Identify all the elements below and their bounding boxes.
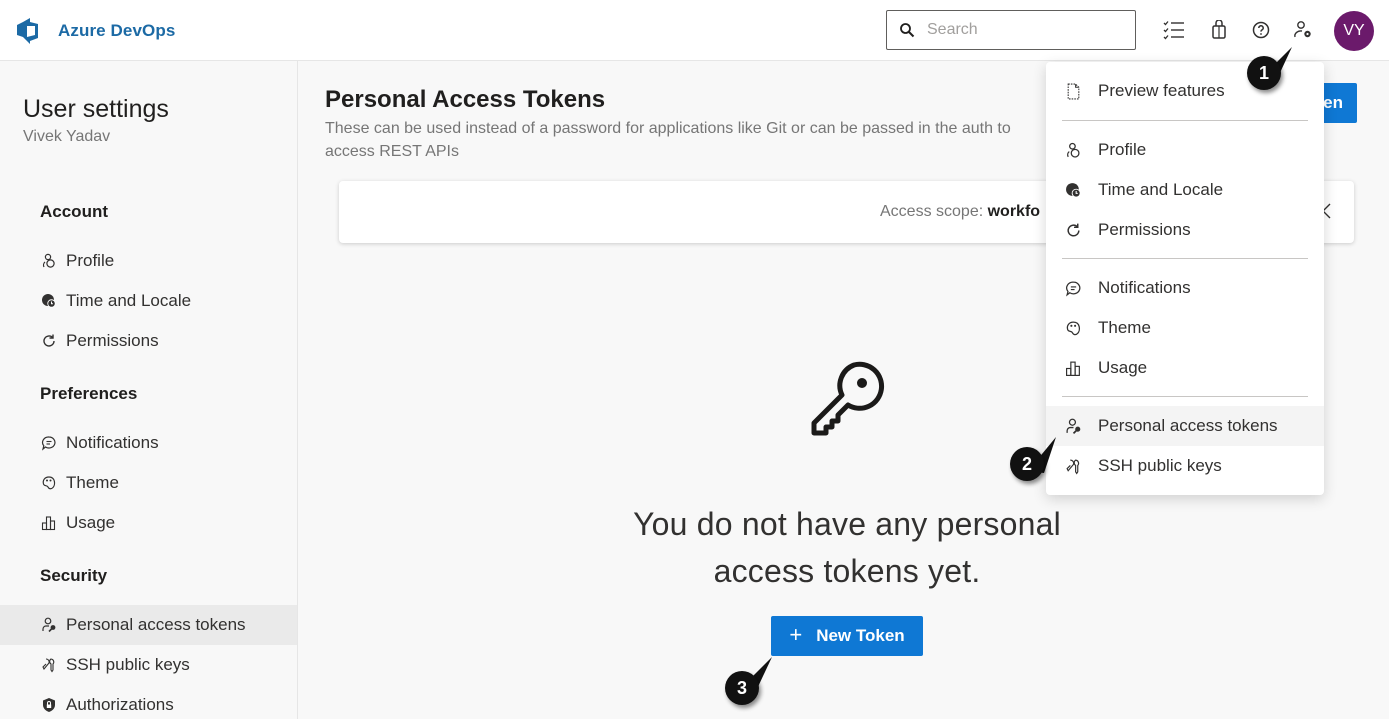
sidebar-item-profile[interactable]: Profile [0,241,297,281]
sidebar-item-ssh-public-keys[interactable]: SSH public keys [0,645,297,685]
sidebar-item-permissions[interactable]: Permissions [0,321,297,361]
empty-state-message: You do not have any personal access toke… [633,506,1061,589]
menu-item-label: Permissions [1098,220,1191,239]
marketplace-button[interactable] [1207,18,1231,42]
access-scope-label: Access scope: [880,203,984,220]
globe-clock-icon [1064,181,1082,199]
refresh-icon [40,332,58,350]
sidebar-item-label: Authorizations [66,695,174,714]
menu-item-label: Usage [1098,358,1148,377]
callout-1: 1 [1247,56,1281,90]
brand[interactable]: Azure DevOps [14,17,175,45]
menu-item-label: SSH public keys [1098,456,1222,475]
sidebar-item-label: Profile [66,251,115,270]
menu-divider [1062,120,1308,121]
plus-icon: + [789,621,803,647]
sidebar-item-label: SSH public keys [66,655,190,674]
menu-item-usage[interactable]: Usage [1046,348,1324,388]
new-token-button[interactable]: + New Token [771,616,923,656]
sidebar-title: User settings [23,95,169,123]
avatar[interactable]: VY [1334,11,1374,51]
chat-icon [40,434,58,452]
shield-lock-icon [40,696,58,714]
document-icon [1064,82,1082,100]
chat-icon [1064,279,1082,297]
menu-item-theme[interactable]: Theme [1046,308,1324,348]
menu-item-label: Preview features [1098,81,1225,100]
page-title: Personal Access Tokens [325,86,606,113]
sidebar: User settings Vivek Yadav Account Profil… [0,61,298,719]
group-security-label: Security [40,566,108,585]
profile-icon [1064,141,1082,159]
search-icon [900,23,915,38]
access-scope-value: workfo [987,203,1041,220]
group-preferences-label: Preferences [40,384,138,403]
azure-devops-logo-icon [17,18,38,44]
sidebar-item-label: Personal access tokens [66,615,246,634]
sidebar-user-name: Vivek Yadav [23,128,111,145]
menu-item-personal-access-tokens[interactable]: Personal access tokens [1046,406,1324,446]
user-settings-icon [1294,21,1311,38]
task-list-button[interactable] [1162,18,1186,42]
person-key-icon [1064,417,1082,435]
user-settings-menu: Preview features Profile Time and Locale… [1046,62,1324,495]
bar-chart-icon [1064,359,1082,377]
access-scope[interactable]: Access scope: workfo [880,203,1040,221]
callout-2: 2 [1010,447,1044,481]
help-button[interactable] [1249,18,1273,42]
search-box[interactable] [886,10,1136,50]
menu-item-label: Profile [1098,140,1147,159]
key-icon [811,361,885,436]
sidebar-item-notifications[interactable]: Notifications [0,423,297,463]
group-account-label: Account [40,202,108,221]
new-token-label: New Token [816,626,905,645]
palette-icon [40,474,58,492]
sidebar-item-usage[interactable]: Usage [0,503,297,543]
menu-item-label: Theme [1098,318,1151,337]
help-icon [1252,21,1270,39]
brand-name: Azure DevOps [58,21,176,40]
user-settings-button[interactable] [1291,18,1315,42]
keys-icon [40,656,58,674]
sidebar-item-theme[interactable]: Theme [0,463,297,503]
shopping-bag-icon [1212,20,1226,39]
person-key-icon [40,616,58,634]
sidebar-item-label: Theme [66,473,119,492]
sidebar-item-label: Notifications [66,433,159,452]
page-description: These can be used instead of a password … [325,120,1011,160]
refresh-icon [1064,221,1082,239]
globe-clock-icon [40,292,58,310]
search-input[interactable] [927,21,1117,39]
menu-item-label: Notifications [1098,278,1191,297]
menu-item-time-and-locale[interactable]: Time and Locale [1046,170,1324,210]
sidebar-item-authorizations[interactable]: Authorizations [0,685,297,719]
menu-item-notifications[interactable]: Notifications [1046,268,1324,308]
menu-item-permissions[interactable]: Permissions [1046,210,1324,250]
profile-icon [40,252,58,270]
sidebar-item-personal-access-tokens[interactable]: Personal access tokens [0,605,297,645]
menu-item-label: Time and Locale [1098,180,1224,199]
top-bar: Azure DevOps Search VY [0,0,1389,61]
callout-3: 3 [725,671,759,705]
menu-item-label: Personal access tokens [1098,416,1278,435]
keys-icon [1064,457,1082,475]
menu-item-ssh-public-keys[interactable]: SSH public keys [1046,446,1324,486]
task-list-icon [1163,21,1184,40]
sidebar-item-label: Usage [66,513,116,532]
sidebar-item-time-and-locale[interactable]: Time and Locale [0,281,297,321]
menu-divider [1062,396,1308,397]
bar-chart-icon [40,514,58,532]
menu-item-profile[interactable]: Profile [1046,130,1324,170]
sidebar-item-label: Time and Locale [66,291,192,310]
palette-icon [1064,319,1082,337]
sidebar-item-label: Permissions [66,331,159,350]
menu-divider [1062,258,1308,259]
